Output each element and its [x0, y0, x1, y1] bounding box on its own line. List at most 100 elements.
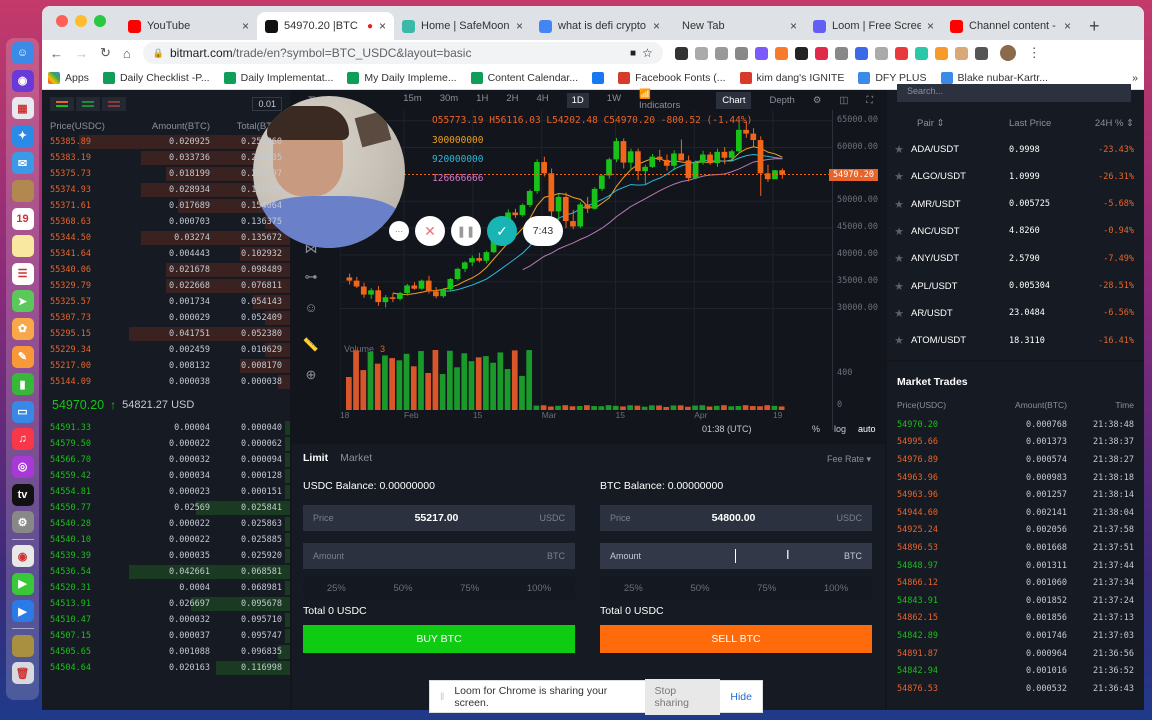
- extension-icon[interactable]: [814, 46, 828, 60]
- indicators-button[interactable]: 📶 Indicators: [639, 89, 680, 111]
- tab-market[interactable]: Market: [340, 452, 372, 464]
- extension-icon[interactable]: [674, 46, 688, 60]
- browser-tab[interactable]: Channel content - ×: [942, 12, 1079, 40]
- fee-rate-dropdown[interactable]: Fee Rate ▾: [827, 454, 871, 465]
- favorite-star-icon[interactable]: ★: [887, 334, 911, 347]
- fib-tool-icon[interactable]: ⊶: [302, 268, 320, 286]
- pair-row[interactable]: ★ ANY/USDT 2.5790 -7.49%: [887, 245, 1144, 272]
- depth-tab[interactable]: Depth: [769, 95, 794, 106]
- browser-tab[interactable]: Loom | Free Screen ×: [805, 12, 942, 40]
- favorite-star-icon[interactable]: ★: [887, 307, 911, 320]
- browser-tab[interactable]: what is defi crypto ×: [531, 12, 668, 40]
- back-icon[interactable]: ←: [50, 46, 63, 61]
- col-24h-change[interactable]: 24H % ⇕: [1081, 118, 1144, 129]
- ask-row[interactable]: 55229.34 0.002459 0.010629: [42, 342, 290, 358]
- buy-100-button[interactable]: 100%: [527, 583, 551, 594]
- extension-icon[interactable]: [854, 46, 868, 60]
- ask-row[interactable]: 55325.57 0.001734 0.054143: [42, 294, 290, 310]
- dock-pages-icon[interactable]: ✎: [11, 345, 34, 368]
- finish-recording-button[interactable]: ✓: [487, 216, 517, 246]
- dock-numbers-icon[interactable]: ▮: [11, 373, 34, 396]
- favorite-star-icon[interactable]: ★: [887, 198, 911, 211]
- buy-price-input[interactable]: Price 55217.00 USDC: [303, 505, 575, 531]
- dock-keynote-icon[interactable]: ▭: [11, 400, 34, 423]
- bookmark-star-icon[interactable]: ☆: [642, 46, 653, 60]
- pair-row[interactable]: ★ AMR/USDT 0.005725 -5.68%: [887, 191, 1144, 218]
- pause-recording-button[interactable]: ❚❚: [451, 216, 481, 246]
- buy-btc-button[interactable]: BUY BTC: [303, 625, 575, 653]
- dock-photos-icon[interactable]: ✿: [11, 317, 34, 340]
- bid-row[interactable]: 54579.50 0.000022 0.000062: [42, 436, 290, 452]
- browser-tab[interactable]: Home | SafeMoon ×: [394, 12, 531, 40]
- dock-apple-tv-icon[interactable]: tv: [11, 483, 34, 506]
- browser-tab[interactable]: New Tab ×: [668, 12, 805, 40]
- bid-row[interactable]: 54536.54 0.042661 0.068581: [42, 564, 290, 580]
- dock-launchpad-icon[interactable]: ▦: [11, 97, 34, 120]
- cancel-recording-button[interactable]: ✕: [415, 216, 445, 246]
- zoom-in-icon[interactable]: ⊕: [302, 366, 320, 384]
- view-both-icon[interactable]: [50, 97, 74, 111]
- price-plot[interactable]: [340, 110, 832, 410]
- close-tab-icon[interactable]: ×: [1064, 19, 1071, 33]
- extension-icon[interactable]: [934, 46, 948, 60]
- dock-facetime-icon[interactable]: ▶: [11, 572, 34, 595]
- menu-icon[interactable]: ⋮: [1028, 45, 1041, 61]
- settings-icon[interactable]: ⚙: [813, 95, 822, 106]
- new-tab-button[interactable]: +: [1079, 12, 1110, 40]
- address-bar[interactable]: 🔒 bitmart.com/trade/en?symbol=BTC_USDC&l…: [142, 42, 663, 64]
- interval-4H[interactable]: 4H: [536, 93, 548, 108]
- dock-preview-image-icon[interactable]: [11, 634, 34, 657]
- bid-row[interactable]: 54540.28 0.000022 0.025863: [42, 516, 290, 532]
- extension-icon[interactable]: [694, 46, 708, 60]
- bookmark-item[interactable]: Apps: [48, 71, 89, 84]
- favorite-star-icon[interactable]: ★: [887, 143, 911, 156]
- pair-row[interactable]: ★ ALGO/USDT 1.0999 -26.31%: [887, 163, 1144, 190]
- bid-row[interactable]: 54540.10 0.000022 0.025885: [42, 532, 290, 548]
- favorite-star-icon[interactable]: ★: [887, 170, 911, 183]
- col-pair[interactable]: Pair ⇕: [911, 118, 991, 129]
- bid-row[interactable]: 54591.33 0.00004 0.000040: [42, 420, 290, 436]
- dock-safari-icon[interactable]: ✦: [11, 124, 34, 147]
- sell-50-button[interactable]: 50%: [691, 583, 710, 594]
- extension-icon[interactable]: [774, 46, 788, 60]
- bookmark-item[interactable]: Blake nubar-Kartr...: [940, 71, 1048, 84]
- interval-15m[interactable]: 15m: [403, 93, 421, 108]
- bid-row[interactable]: 54559.42 0.000034 0.000128: [42, 468, 290, 484]
- extension-icon[interactable]: [914, 46, 928, 60]
- ask-row[interactable]: 55340.06 0.021678 0.098489: [42, 262, 290, 278]
- dock-finder-icon[interactable]: ☺: [11, 42, 34, 64]
- pair-row[interactable]: ★ AR/USDT 23.0484 -6.56%: [887, 300, 1144, 327]
- bid-row[interactable]: 54566.70 0.000032 0.000094: [42, 452, 290, 468]
- bookmark-item[interactable]: DFY PLUS: [858, 71, 927, 84]
- dock-mail-icon[interactable]: ✉: [11, 152, 34, 175]
- dock-reminders-icon[interactable]: ☰: [11, 262, 34, 285]
- bookmark-item[interactable]: Facebook Fonts (...: [618, 71, 726, 84]
- pair-row[interactable]: ★ ANC/USDT 4.8260 -0.94%: [887, 218, 1144, 245]
- bookmark-item[interactable]: My Daily Impleme...: [347, 71, 457, 84]
- pair-row[interactable]: ★ ADA/USDT 0.9998 -23.43%: [887, 136, 1144, 163]
- close-tab-icon[interactable]: ×: [516, 19, 523, 33]
- close-tab-icon[interactable]: ×: [790, 19, 797, 33]
- pair-row[interactable]: ★ APL/USDT 0.005304 -28.51%: [887, 273, 1144, 300]
- minimize-window-button[interactable]: [75, 15, 87, 27]
- ask-row[interactable]: 55295.15 0.041751 0.052380: [42, 326, 290, 342]
- auto-scale-toggle[interactable]: auto: [858, 424, 876, 434]
- stop-sharing-button[interactable]: Stop sharing: [644, 678, 721, 715]
- tab-limit[interactable]: Limit: [303, 452, 328, 464]
- bid-row[interactable]: 54554.81 0.000023 0.000151: [42, 484, 290, 500]
- buy-25-button[interactable]: 25%: [327, 583, 346, 594]
- interval-1D[interactable]: 1D: [566, 92, 589, 108]
- ask-row[interactable]: 55374.93 0.028934 0.182998: [42, 182, 290, 198]
- buy-50-button[interactable]: 50%: [394, 583, 413, 594]
- dock-trash-icon[interactable]: 🗑: [11, 662, 34, 685]
- drag-handle-icon[interactable]: ‖: [440, 691, 444, 703]
- bid-row[interactable]: 54510.47 0.000032 0.095710: [42, 612, 290, 628]
- buy-75-button[interactable]: 75%: [460, 583, 479, 594]
- dock-calendar-icon[interactable]: 19: [11, 207, 34, 230]
- bookmark-item[interactable]: Daily Implementat...: [223, 71, 333, 84]
- extension-icon[interactable]: [954, 46, 968, 60]
- extension-icon[interactable]: [794, 46, 808, 60]
- emoji-tool-icon[interactable]: ☺: [302, 298, 320, 316]
- bid-row[interactable]: 54520.31 0.0004 0.068981: [42, 580, 290, 596]
- bid-row[interactable]: 54507.15 0.000037 0.095747: [42, 628, 290, 644]
